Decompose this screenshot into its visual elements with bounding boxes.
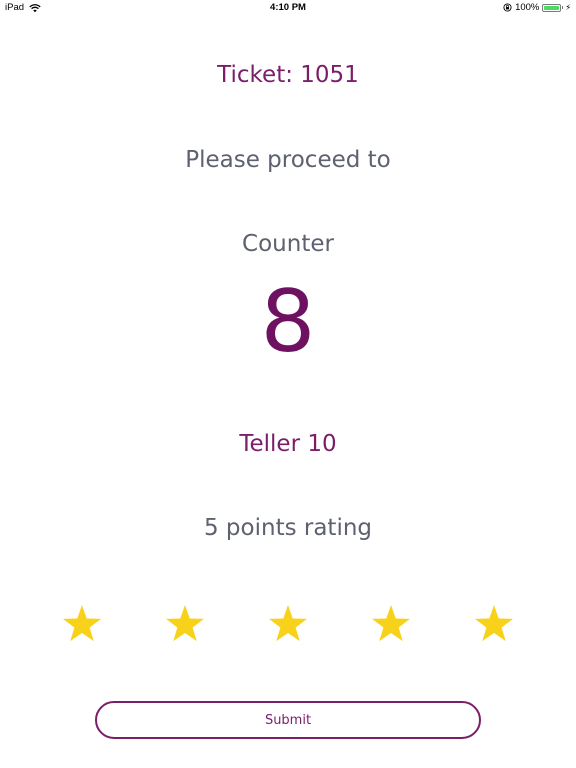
star-icon-4[interactable] (371, 604, 411, 644)
orientation-lock-icon (503, 3, 512, 12)
ticket-screen: iPad 4:10 PM 100% ⚡︎ Ticket: 1051 Please… (0, 0, 576, 768)
battery-icon (542, 3, 562, 12)
status-bar: iPad 4:10 PM 100% ⚡︎ (0, 0, 576, 16)
ticket-number: Ticket: 1051 (217, 62, 359, 88)
counter-label: Counter (242, 231, 334, 257)
star-icon-5[interactable] (474, 604, 514, 644)
star-rating (62, 604, 514, 648)
battery-fill (544, 5, 560, 10)
status-bar-right: 100% ⚡︎ (503, 2, 571, 13)
counter-number: 8 (260, 272, 316, 372)
teller-label: Teller 10 (239, 431, 337, 457)
charging-bolt-icon: ⚡︎ (565, 3, 571, 12)
battery-cap (562, 6, 564, 9)
submit-button[interactable]: Submit (95, 701, 481, 739)
star-icon-2[interactable] (165, 604, 205, 644)
submit-button-label: Submit (264, 712, 312, 728)
proceed-instruction: Please proceed to (185, 147, 391, 173)
battery-percentage: 100% (515, 2, 540, 13)
star-icon-3[interactable] (268, 604, 308, 644)
rating-label: 5 points rating (203, 515, 373, 541)
status-time: 4:10 PM (270, 2, 306, 13)
star-icon-1[interactable] (62, 604, 102, 644)
